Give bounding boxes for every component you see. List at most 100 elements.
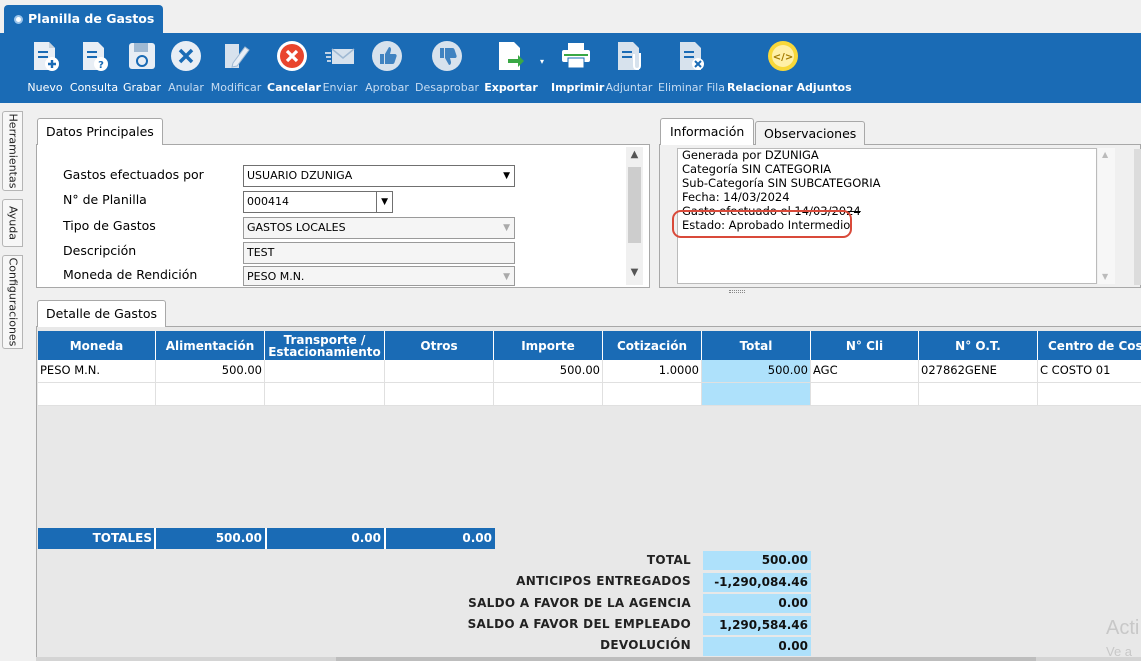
cell-total[interactable]: 500.00: [702, 360, 811, 383]
descripcion-label: Descripción: [63, 243, 137, 258]
datos-scrollbar[interactable]: ▲ ▼: [626, 147, 643, 285]
cancel-icon: [277, 41, 307, 71]
cancelar-button[interactable]: Cancelar: [267, 37, 321, 99]
scroll-down-icon[interactable]: ▼: [626, 267, 643, 278]
cell-empty[interactable]: [156, 383, 265, 406]
exportar-button[interactable]: Exportar: [483, 37, 539, 99]
summary-saldo-empleado-label: SALDO A FAVOR DEL EMPLEADO: [467, 617, 691, 631]
summary-saldo-agencia-label: SALDO A FAVOR DE LA AGENCIA: [468, 596, 691, 610]
cell-otros[interactable]: [385, 360, 494, 383]
desaprobar-button[interactable]: Desaprobar: [414, 37, 480, 99]
cell-centro-costo[interactable]: C COSTO 01: [1038, 360, 1141, 383]
cell-n-cli[interactable]: AGC: [811, 360, 919, 383]
col-n-ot[interactable]: N° O.T.: [919, 331, 1038, 360]
doc-query-icon: ?: [83, 42, 108, 71]
info-line: Fecha: 14/03/2024: [682, 190, 790, 204]
chevron-down-icon: ▼: [503, 171, 510, 181]
side-tab-herramientas[interactable]: Herramientas: [2, 111, 23, 191]
eliminar-fila-button[interactable]: Eliminar Fila: [658, 37, 725, 99]
enviar-button[interactable]: Enviar: [320, 37, 360, 99]
link-attachments-icon: </>: [768, 41, 798, 71]
cell-empty[interactable]: [38, 383, 156, 406]
chevron-down-icon: ▼: [376, 192, 388, 212]
os-activation-watermark-sub: Ve a: [1106, 644, 1133, 659]
total-alimentacion: 500.00: [156, 528, 267, 549]
table-row-empty[interactable]: [38, 383, 1141, 406]
side-tab-configuraciones[interactable]: Configuraciones: [2, 255, 23, 349]
nuevo-button[interactable]: Nuevo: [24, 37, 66, 99]
cell-importe[interactable]: 500.00: [494, 360, 603, 383]
scroll-up-icon[interactable]: ▲: [1102, 150, 1108, 159]
aprobar-button[interactable]: Aprobar: [364, 37, 410, 99]
cell-empty-total[interactable]: [702, 383, 811, 406]
tipo-gastos-select[interactable]: GASTOS LOCALES ▼: [243, 217, 515, 239]
col-importe[interactable]: Importe: [494, 331, 603, 360]
cell-empty[interactable]: [919, 383, 1038, 406]
scroll-thumb[interactable]: [336, 657, 1036, 661]
cell-empty[interactable]: [811, 383, 919, 406]
cell-cotizacion[interactable]: 1.0000: [603, 360, 702, 383]
informacion-scrollbar[interactable]: ▲ ▼: [1098, 148, 1115, 284]
col-total[interactable]: Total: [702, 331, 811, 360]
table-row[interactable]: PESO M.N. 500.00 500.00 1.0000 500.00 AG…: [38, 360, 1141, 383]
relacionar-adjuntos-button[interactable]: </> Relacionar Adjuntos: [727, 37, 852, 99]
cell-alimentacion[interactable]: 500.00: [156, 360, 265, 383]
adjuntar-button[interactable]: Adjuntar: [604, 37, 654, 99]
thumbs-up-icon: [372, 41, 402, 71]
svg-text:?: ?: [98, 60, 104, 71]
scroll-up-icon[interactable]: ▲: [626, 149, 643, 160]
anular-button[interactable]: Anular: [165, 37, 207, 99]
descripcion-input[interactable]: TEST: [243, 242, 515, 264]
gastos-efectuados-select[interactable]: USUARIO DZUNIGA ▼: [243, 165, 515, 187]
col-centro-costo[interactable]: Centro de Costo: [1038, 331, 1141, 360]
anular-label: Anular: [168, 81, 204, 94]
scroll-down-icon[interactable]: ▼: [1102, 272, 1108, 281]
relacionar-adjuntos-label: Relacionar Adjuntos: [727, 81, 852, 94]
consulta-button[interactable]: ? Consulta: [68, 37, 120, 99]
horizontal-scrollbar[interactable]: [36, 657, 1141, 661]
tab-label: Información: [670, 124, 745, 139]
chevron-down-icon: ▼: [503, 272, 510, 282]
grabar-button[interactable]: Grabar: [121, 37, 163, 99]
col-alimentacion[interactable]: Alimentación: [156, 331, 265, 360]
col-transporte[interactable]: Transporte / Estacionamiento: [265, 331, 385, 360]
svg-text:</>: </>: [773, 52, 793, 63]
side-tab-label: Herramientas: [6, 113, 19, 189]
info-line: Sub-Categoría SIN SUBCATEGORIA: [682, 176, 881, 190]
imprimir-button[interactable]: Imprimir: [551, 37, 605, 99]
tab-detalle-gastos[interactable]: Detalle de Gastos: [37, 300, 167, 327]
col-cotizacion[interactable]: Cotización: [603, 331, 702, 360]
col-moneda[interactable]: Moneda: [38, 331, 156, 360]
cell-empty[interactable]: [1038, 383, 1141, 406]
moneda-rendicion-select[interactable]: PESO M.N. ▼: [243, 266, 515, 286]
tab-datos-principales[interactable]: Datos Principales: [37, 118, 163, 145]
datos-principales-panel: Gastos efectuados por USUARIO DZUNIGA ▼ N…: [36, 144, 650, 288]
cell-moneda[interactable]: PESO M.N.: [38, 360, 156, 383]
imprimir-label: Imprimir: [551, 81, 605, 94]
col-n-cli[interactable]: N° Cli: [811, 331, 919, 360]
cell-transporte[interactable]: [265, 360, 385, 383]
cell-empty[interactable]: [603, 383, 702, 406]
planilla-select[interactable]: 000414 ▼: [243, 191, 393, 213]
cell-empty[interactable]: [265, 383, 385, 406]
cell-empty[interactable]: [494, 383, 603, 406]
tab-observaciones[interactable]: Observaciones: [755, 121, 866, 145]
printer-icon: [562, 43, 590, 69]
window-title: Planilla de Gastos: [28, 11, 155, 26]
window-tab[interactable]: Planilla de Gastos: [4, 5, 163, 33]
side-tab-ayuda[interactable]: Ayuda: [2, 199, 23, 247]
modificar-button[interactable]: Modificar: [209, 37, 263, 99]
cell-empty[interactable]: [385, 383, 494, 406]
splitter-grip-icon[interactable]: [729, 290, 745, 293]
tab-informacion[interactable]: Información: [660, 118, 755, 145]
tab-label: Observaciones: [764, 126, 857, 141]
eliminar-fila-label: Eliminar Fila: [658, 81, 725, 94]
moneda-rendicion-value: PESO M.N.: [247, 270, 305, 283]
cell-n-ot[interactable]: 027862GENE: [919, 360, 1038, 383]
enviar-label: Enviar: [322, 81, 358, 94]
exportar-dropdown-arrow-icon[interactable]: ▾: [538, 57, 546, 67]
col-otros[interactable]: Otros: [385, 331, 494, 360]
splitter[interactable]: [1134, 149, 1141, 285]
side-tab-label: Configuraciones: [6, 257, 19, 347]
scroll-thumb[interactable]: [628, 167, 641, 243]
